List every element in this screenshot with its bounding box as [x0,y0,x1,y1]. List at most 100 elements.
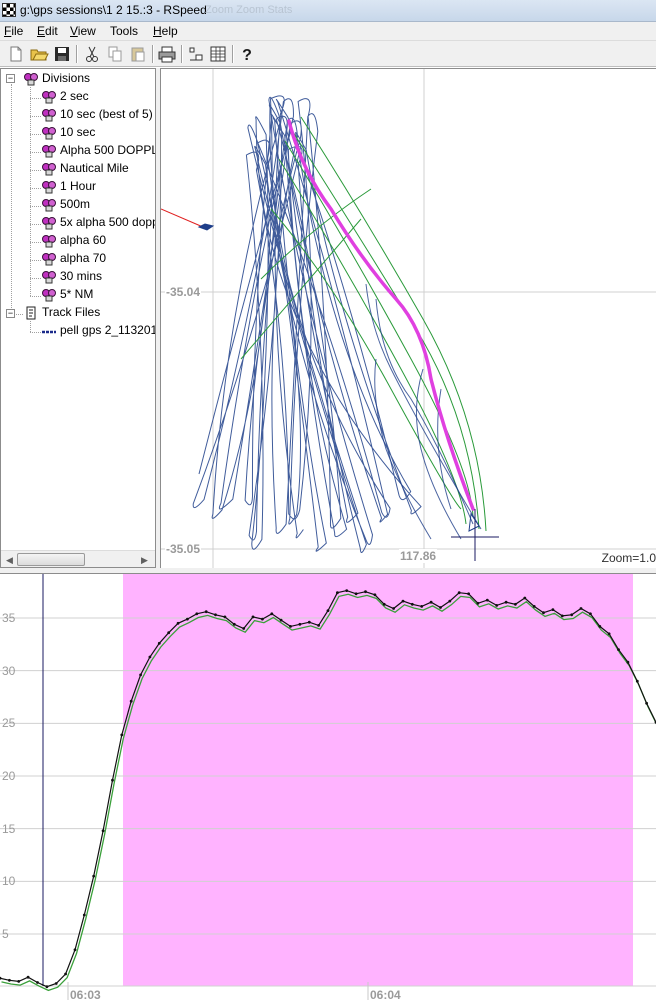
speed-data-point [392,607,395,610]
division-icon [41,162,57,176]
table-icon[interactable] [208,44,228,64]
toolbar: ? [0,41,656,67]
speed-data-point [364,590,367,594]
highlighted-best-run [287,119,475,511]
tree-node-division-label: 500m [60,197,91,211]
speed-data-point [336,591,339,595]
toolbar-separator [152,45,154,63]
window-title: g:\gps sessions\1 2 15.:3 - RSpeed [20,3,207,17]
speed-data-point [345,589,349,592]
speed-data-point [26,975,30,979]
latitude-label-2: -35.05 [165,542,202,556]
speed-data-point [598,625,602,628]
save-icon[interactable] [52,44,72,64]
track-files-expander[interactable]: − [6,309,15,318]
division-icon [41,144,57,158]
speed-data-point [551,608,555,611]
division-icon [41,126,57,140]
y-tick-label: 25 [2,716,16,731]
speed-data-point [542,611,545,615]
rspeed-window: g:\gps sessions\1 2 15.:3 - RSpeed Zoom … [0,0,656,1000]
divisions-folder-icon [23,72,39,86]
tree-horizontal-scrollbar[interactable]: ◀ ▶ [1,550,155,567]
tree-node-division-label: Alpha 500 DOPPL [60,143,156,157]
speed-data-point [532,605,536,608]
toolbar-separator [181,45,183,63]
speed-data-point [186,617,189,621]
speed-data-point [617,648,620,651]
scroll-left-arrow-icon[interactable]: ◀ [6,555,13,566]
divisions-tree[interactable]: ◀ ▶ − Divisions 2 sec 10 sec (best of 5) 10 … [0,68,156,568]
tree-connector [30,206,41,207]
y-tick-label: 5 [2,927,9,941]
tree-node-division-label: 30 mins [60,269,103,283]
speed-data-point [523,596,527,600]
tree-connector [30,87,31,296]
new-icon[interactable] [6,44,26,64]
speed-data-point [148,655,152,659]
gps-track-tacks [192,95,422,553]
speed-data-point [579,607,583,610]
scroll-right-arrow-icon[interactable]: ▶ [141,555,148,566]
tree-connector [30,321,31,332]
scale-icon[interactable] [186,44,206,64]
division-icon [41,252,57,266]
speed-data-point [0,976,2,980]
tree-node-division-label: 10 sec (best of 5) [60,107,153,121]
track-map[interactable]: -35.04 -35.05 117.86 Zoom=1.0 [160,68,656,568]
speed-data-point [223,615,227,619]
division-icon [41,198,57,212]
help-icon[interactable]: ? [237,44,257,64]
track-map-canvas[interactable] [161,69,656,568]
best-run-highlight-band [123,574,633,986]
gps-track-return [374,358,432,540]
menu-bar: File Edit View Tools Help [0,22,656,41]
tree-connector [30,152,41,153]
speed-chart[interactable]: 35 30 25 20 15 10 5 06:03 06:04 [0,574,656,1000]
speed-data-point [232,622,236,626]
menu-tools[interactable]: Tools [110,24,138,38]
speed-data-point [45,985,49,989]
division-icon [41,234,57,248]
print-icon[interactable] [157,44,177,64]
paste-icon[interactable] [128,44,148,64]
tree-connector [30,242,41,243]
speed-data-point [420,605,424,608]
speed-data-point [448,599,452,603]
tree-node-division-label: Nautical Mile [60,161,129,175]
speed-data-point [214,613,217,617]
x-tick-label: 06:04 [370,988,401,1000]
speed-data-point [204,610,208,614]
speed-data-point [270,612,274,616]
y-tick-label: 20 [2,769,16,783]
latitude-label-1: -35.04 [165,285,202,299]
tree-connector [30,332,41,333]
menu-edit[interactable]: Edit [37,24,58,38]
tree-node-track-files-label: Track Files [42,305,101,319]
division-icon [41,216,57,230]
toolbar-separator [76,45,78,63]
speed-data-point [242,627,246,630]
speed-data-point [157,641,161,645]
speed-chart-canvas[interactable] [0,574,656,1000]
zoom-readout: Zoom=1.0 [601,551,656,565]
heading-indicator-line [161,208,204,228]
cut-icon[interactable] [82,44,102,64]
y-tick-label: 10 [2,874,16,889]
speed-data-point [82,913,86,917]
copy-icon[interactable] [105,44,125,64]
svg-text:?: ? [242,47,252,64]
tree-node-track-file-label: pell gps 2_113201 [60,323,156,337]
menu-help[interactable]: Help [153,24,178,38]
divisions-expander[interactable]: − [6,74,15,83]
speed-data-point [326,609,330,612]
tree-connector [30,296,41,297]
menu-view[interactable]: View [70,24,96,38]
tree-node-division-label: 10 sec [60,125,96,139]
tree-connector [30,260,41,261]
speed-data-point [279,618,283,622]
menu-file[interactable]: File [4,24,23,38]
scrollbar-thumb[interactable] [17,553,85,566]
open-icon[interactable] [29,44,49,64]
tree-connector [30,224,41,225]
